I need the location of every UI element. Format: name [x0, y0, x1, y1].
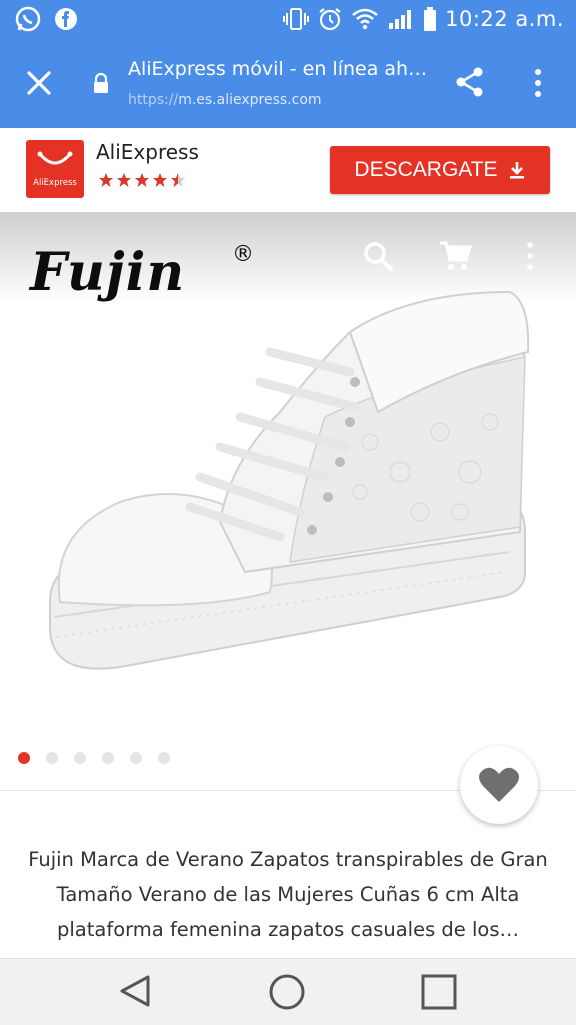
recent-apps-icon[interactable]	[420, 973, 458, 1011]
more-vert-icon[interactable]	[528, 66, 548, 100]
back-icon[interactable]	[118, 973, 154, 1009]
download-app-button[interactable]: DESCARGATE	[330, 146, 550, 194]
pagination-dot[interactable]	[102, 752, 114, 764]
gallery-pagination	[18, 752, 170, 764]
cart-icon[interactable]	[438, 240, 472, 272]
alarm-icon	[319, 8, 341, 31]
lock-icon	[94, 72, 108, 93]
app-rating	[98, 172, 186, 188]
clock: 10:22 a.m.	[445, 7, 564, 31]
status-bar: 10:22 a.m.	[0, 0, 576, 38]
star-icon	[117, 173, 131, 187]
battery-icon	[424, 7, 437, 31]
download-icon	[509, 162, 524, 179]
signal-icon	[389, 10, 412, 29]
page-title: AliExpress móvil - en línea ahora…	[128, 58, 428, 80]
pagination-dot[interactable]	[46, 752, 58, 764]
browser-toolbar: AliExpress móvil - en línea ahora… https…	[0, 38, 576, 128]
pagination-dot[interactable]	[130, 752, 142, 764]
registered-mark: ®	[232, 242, 254, 267]
app-install-banner: AliExpress AliExpress DESCARGATE	[0, 128, 576, 213]
aliexpress-app-logo[interactable]: AliExpress	[26, 140, 84, 198]
pagination-dot[interactable]	[158, 752, 170, 764]
pagination-dot-active[interactable]	[18, 752, 30, 764]
product-title: Fujin Marca de Verano Zapatos transpirab…	[28, 848, 548, 941]
wifi-icon	[352, 8, 378, 30]
search-icon[interactable]	[362, 240, 394, 272]
star-icon	[153, 173, 167, 187]
wishlist-button[interactable]	[460, 746, 538, 824]
app-name: AliExpress	[96, 140, 199, 164]
close-icon[interactable]	[22, 66, 56, 100]
share-icon[interactable]	[452, 64, 488, 100]
brand-logo: Fujin	[30, 242, 186, 303]
shopping-bag-icon	[37, 151, 73, 165]
vibrate-icon	[283, 8, 310, 30]
page-url[interactable]: https://m.es.aliexpress.com	[128, 92, 322, 108]
heart-icon	[479, 767, 519, 802]
product-image-sneaker[interactable]	[40, 272, 540, 712]
star-icon	[135, 173, 149, 187]
download-label: DESCARGATE	[354, 158, 498, 181]
facebook-messenger-icon	[55, 8, 77, 30]
pagination-dot[interactable]	[74, 752, 86, 764]
home-icon[interactable]	[268, 973, 306, 1011]
star-half-icon	[171, 173, 185, 187]
whatsapp-icon	[15, 6, 41, 32]
system-nav-bar	[0, 958, 576, 1025]
product-gallery[interactable]: Fujin ®	[0, 212, 576, 732]
app-logo-text: AliExpress	[33, 178, 77, 188]
star-icon	[99, 173, 113, 187]
url-scheme: https://	[128, 92, 179, 108]
url-host: m.es.aliexpress.com	[178, 92, 322, 108]
more-vert-icon[interactable]	[522, 240, 538, 272]
